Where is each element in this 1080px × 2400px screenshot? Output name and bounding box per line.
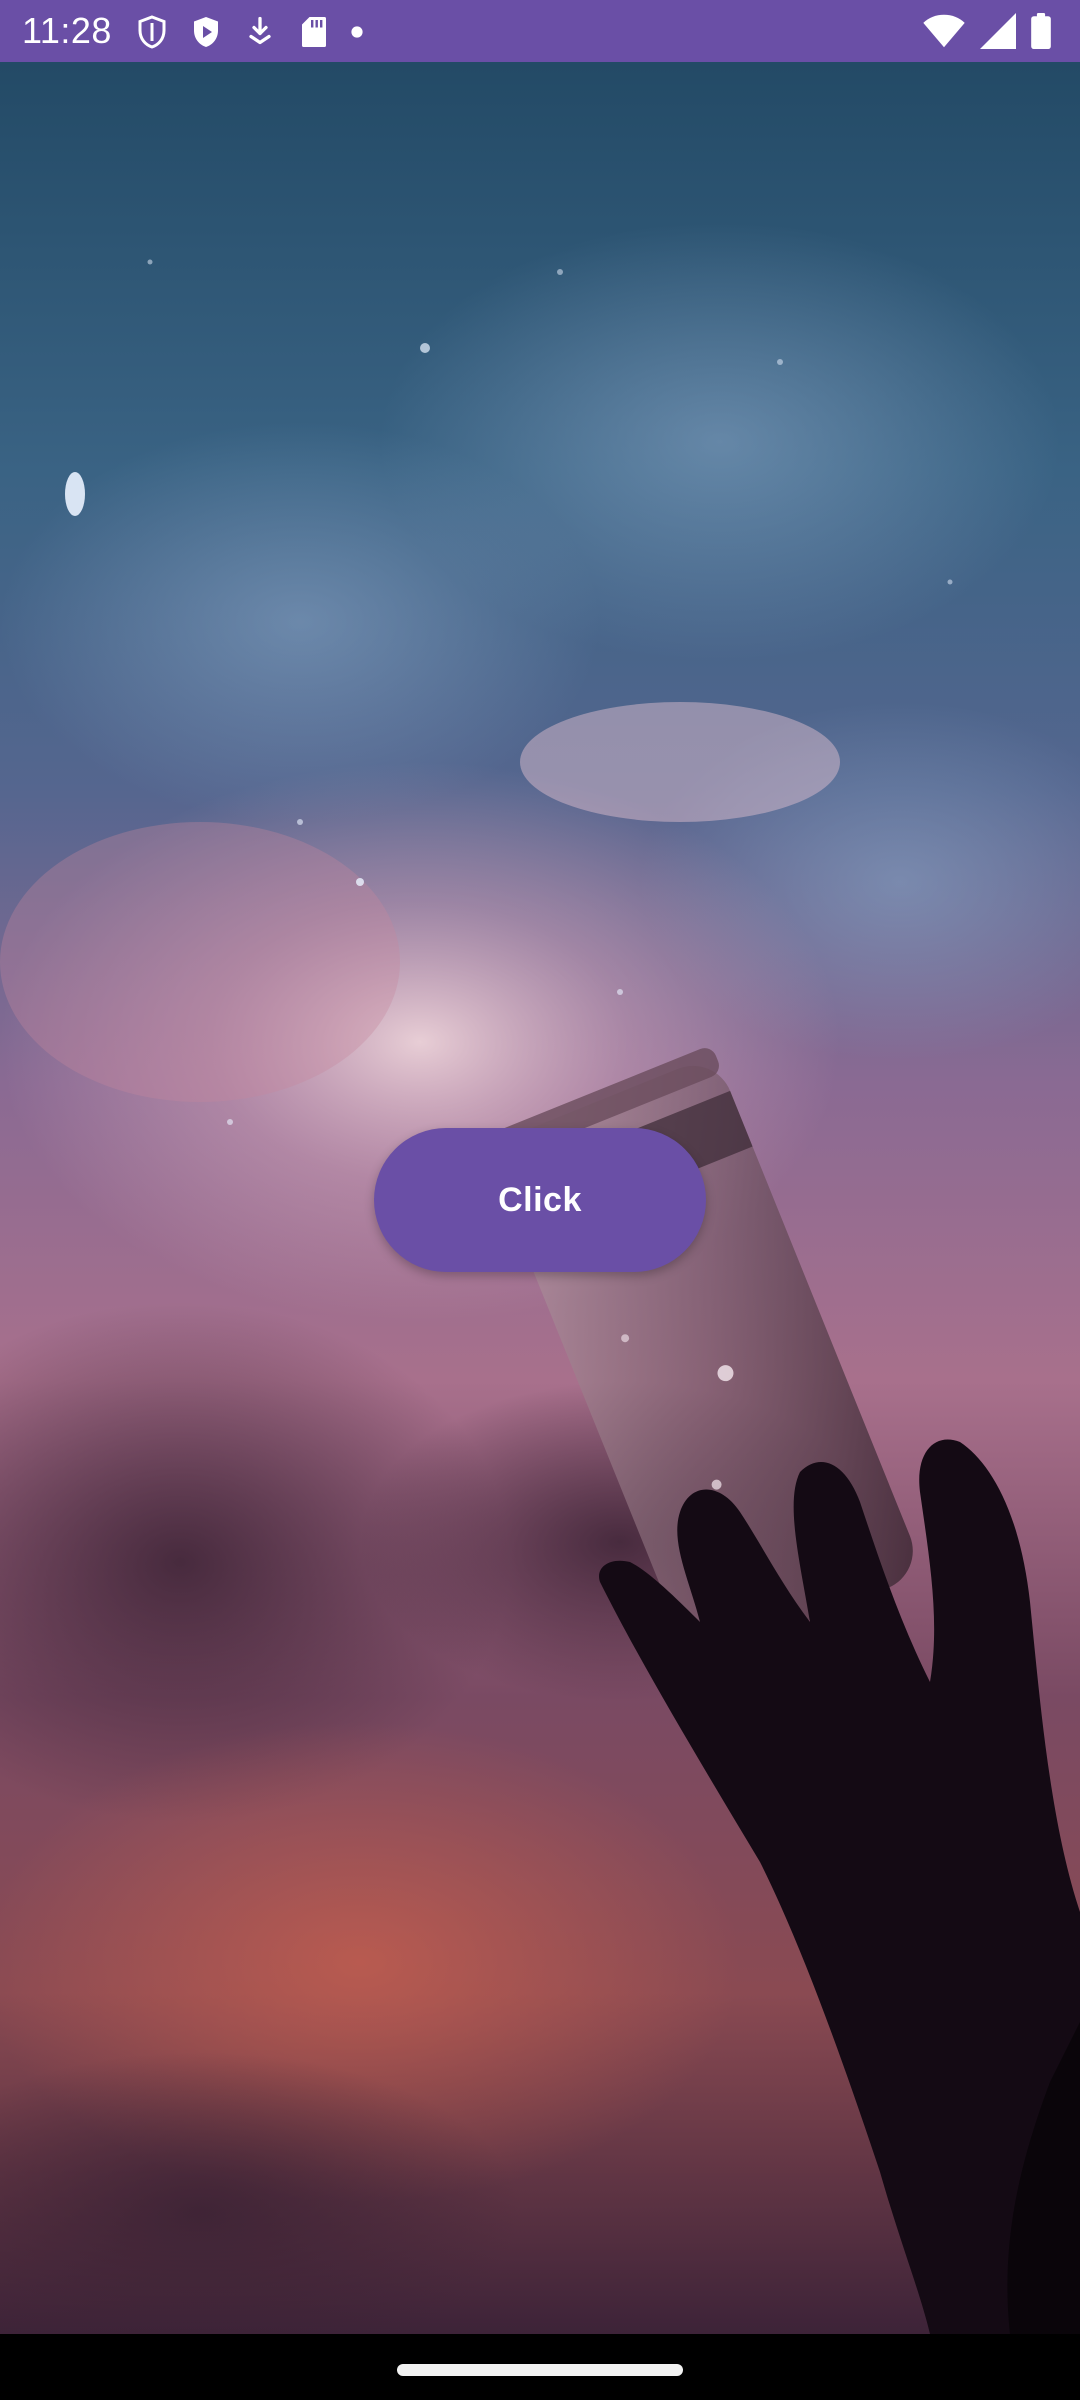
status-time: 11:28 — [22, 10, 112, 51]
signal-icon — [980, 13, 1016, 49]
wifi-icon — [923, 14, 965, 48]
status-bar: 11:28 — [0, 0, 1080, 62]
notification-icons — [134, 14, 364, 50]
app-screen: 11:28 Click — [0, 0, 1080, 2400]
shield-icon — [138, 15, 166, 49]
battery-icon — [1031, 13, 1051, 49]
download-icon — [249, 16, 271, 45]
sd-card-icon — [302, 17, 326, 47]
navigation-bar — [0, 2334, 1080, 2400]
click-button[interactable]: Click — [374, 1128, 706, 1272]
home-gesture-handle[interactable] — [397, 2364, 683, 2376]
notification-dot-icon — [351, 26, 363, 38]
system-icons — [922, 12, 1052, 50]
play-store-icon — [194, 17, 218, 47]
